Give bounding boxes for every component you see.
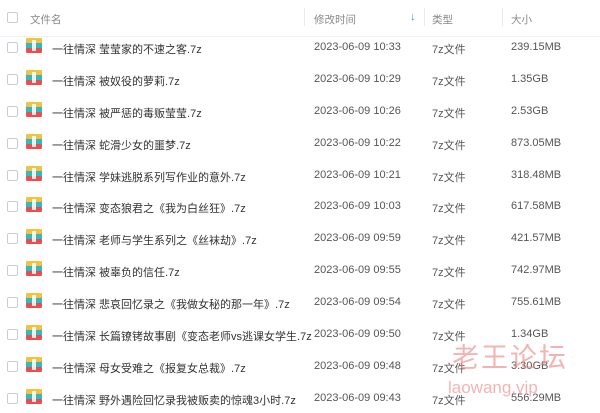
file-type: 7z文件	[432, 203, 466, 216]
file-row[interactable]: 一往情深 被辜负的信任.7z 2023-06-09 09:55 7z文件 742.97…	[0, 253, 600, 285]
file-size: 742.97MB	[511, 264, 562, 277]
file-modified-time: 2023-06-09 10:21	[314, 168, 401, 181]
file-size: 2.53GB	[511, 104, 549, 117]
row-checkbox[interactable]	[7, 42, 18, 53]
row-checkbox[interactable]	[7, 169, 18, 181]
file-modified-time: 2023-06-09 10:33	[314, 41, 401, 53]
file-row[interactable]: 一往情深 变态狼君之《我为白丝狂》.7z 2023-06-09 10:03 7z文件…	[0, 189, 600, 221]
file-row[interactable]: 一往情深 老师与学生系列之《丝袜劫》.7z 2023-06-09 09:59 7z文…	[0, 221, 600, 253]
file-name[interactable]: 一往情深 变态狼君之《我为白丝狂》.7z	[52, 200, 246, 216]
archive-7z-icon	[26, 38, 42, 53]
watermark-title: 老王论坛	[452, 343, 568, 374]
file-type: 7z文件	[432, 299, 466, 312]
file-name[interactable]: 一往情深 莹莹家的不速之客.7z	[52, 41, 202, 57]
file-type: 7z文件	[432, 171, 466, 184]
row-checkbox[interactable]	[7, 392, 18, 404]
file-modified-time: 2023-06-09 10:26	[314, 104, 401, 117]
file-size: 1.35GB	[511, 72, 549, 85]
column-divider[interactable]	[304, 8, 305, 26]
file-name[interactable]: 一往情深 被奴役的萝莉.7z	[52, 73, 180, 89]
file-size: 617.58MB	[511, 200, 562, 213]
file-modified-time: 2023-06-09 09:50	[314, 328, 401, 341]
archive-7z-icon	[26, 69, 42, 85]
archive-7z-icon	[26, 165, 42, 181]
row-checkbox[interactable]	[7, 137, 18, 149]
row-checkbox[interactable]	[7, 73, 18, 85]
file-name[interactable]: 一往情深 长篇镣铐故事剧《变态老师vs逃课女学生.7z	[52, 328, 312, 344]
file-type: 7z文件	[432, 44, 466, 56]
file-size: 239.15MB	[511, 41, 562, 53]
file-name[interactable]: 一往情深 蛇滑少女的噩梦.7z	[52, 137, 191, 153]
row-checkbox[interactable]	[7, 105, 18, 117]
file-modified-time: 2023-06-09 10:29	[314, 72, 401, 85]
file-modified-time: 2023-06-09 10:03	[314, 200, 401, 213]
archive-7z-icon	[26, 356, 42, 372]
file-type: 7z文件	[432, 75, 466, 88]
column-divider[interactable]	[424, 8, 425, 26]
arrow-down-icon[interactable]: ↓	[410, 11, 416, 23]
file-size: 873.05MB	[511, 136, 562, 149]
file-modified-time: 2023-06-09 09:54	[314, 296, 401, 309]
file-modified-time: 2023-06-09 10:22	[314, 136, 401, 149]
file-size: 318.48MB	[511, 168, 562, 181]
archive-7z-icon	[26, 133, 42, 149]
file-name[interactable]: 一往情深 悲哀回忆录之《我做女秘的那一年》.7z	[52, 296, 290, 312]
file-row[interactable]: 一往情深 学妹逃脱系列写作业的意外.7z 2023-06-09 10:21 7z文件…	[0, 158, 600, 190]
file-modified-time: 2023-06-09 09:59	[314, 232, 401, 245]
archive-7z-icon	[26, 293, 42, 309]
file-row[interactable]: 一往情深 蛇滑少女的噩梦.7z 2023-06-09 10:22 7z文件 873.0…	[0, 126, 600, 158]
row-checkbox[interactable]	[7, 329, 18, 341]
file-modified-time: 2023-06-09 09:43	[314, 391, 401, 404]
file-type: 7z文件	[432, 235, 466, 248]
archive-7z-icon	[26, 101, 42, 117]
row-checkbox[interactable]	[7, 360, 18, 372]
file-name[interactable]: 一往情深 被严惩的毒贩莹莹.7z	[52, 105, 202, 121]
select-all-checkbox[interactable]	[7, 12, 18, 23]
file-type: 7z文件	[432, 107, 466, 120]
file-size: 421.57MB	[511, 232, 562, 245]
file-name[interactable]: 一往情深 学妹逃脱系列写作业的意外.7z	[52, 169, 246, 185]
archive-7z-icon	[26, 261, 42, 277]
file-name[interactable]: 一往情深 被辜负的信任.7z	[52, 264, 180, 280]
column-time-header[interactable]: 修改时间	[314, 12, 356, 27]
file-row[interactable]: 一往情深 被严惩的毒贩莹莹.7z 2023-06-09 10:26 7z文件 2.53…	[0, 94, 600, 126]
file-name[interactable]: 一往情深 野外遇险回忆录我被贩卖的惊魂3小时.7z	[52, 392, 296, 408]
archive-7z-icon	[26, 197, 42, 213]
file-row[interactable]: 一往情深 莹莹家的不速之客.7z 2023-06-09 10:33 7z文件 239.…	[0, 30, 600, 62]
archive-7z-icon	[26, 229, 42, 245]
file-modified-time: 2023-06-09 09:48	[314, 359, 401, 372]
column-type-header[interactable]: 类型	[432, 12, 453, 27]
archive-7z-icon	[26, 325, 42, 341]
row-checkbox[interactable]	[7, 233, 18, 245]
row-checkbox[interactable]	[7, 297, 18, 309]
file-type: 7z文件	[432, 267, 466, 280]
archive-7z-icon	[26, 388, 42, 404]
column-name-header[interactable]: 文件名	[30, 12, 62, 27]
row-checkbox[interactable]	[7, 201, 18, 213]
file-name[interactable]: 一往情深 母女受难之《报复女总裁》.7z	[52, 360, 246, 376]
file-type: 7z文件	[432, 139, 466, 152]
file-modified-time: 2023-06-09 09:55	[314, 264, 401, 277]
column-divider[interactable]	[502, 8, 503, 26]
file-row[interactable]: 一往情深 悲哀回忆录之《我做女秘的那一年》.7z 2023-06-09 09:54…	[0, 285, 600, 317]
row-checkbox[interactable]	[7, 265, 18, 277]
watermark-url: laowang.vip	[448, 378, 538, 397]
file-row[interactable]: 一往情深 被奴役的萝莉.7z 2023-06-09 10:29 7z文件 1.35GB	[0, 62, 600, 94]
column-size-header[interactable]: 大小	[511, 12, 532, 27]
file-size: 755.61MB	[511, 296, 562, 309]
file-name[interactable]: 一往情深 老师与学生系列之《丝袜劫》.7z	[52, 232, 257, 248]
